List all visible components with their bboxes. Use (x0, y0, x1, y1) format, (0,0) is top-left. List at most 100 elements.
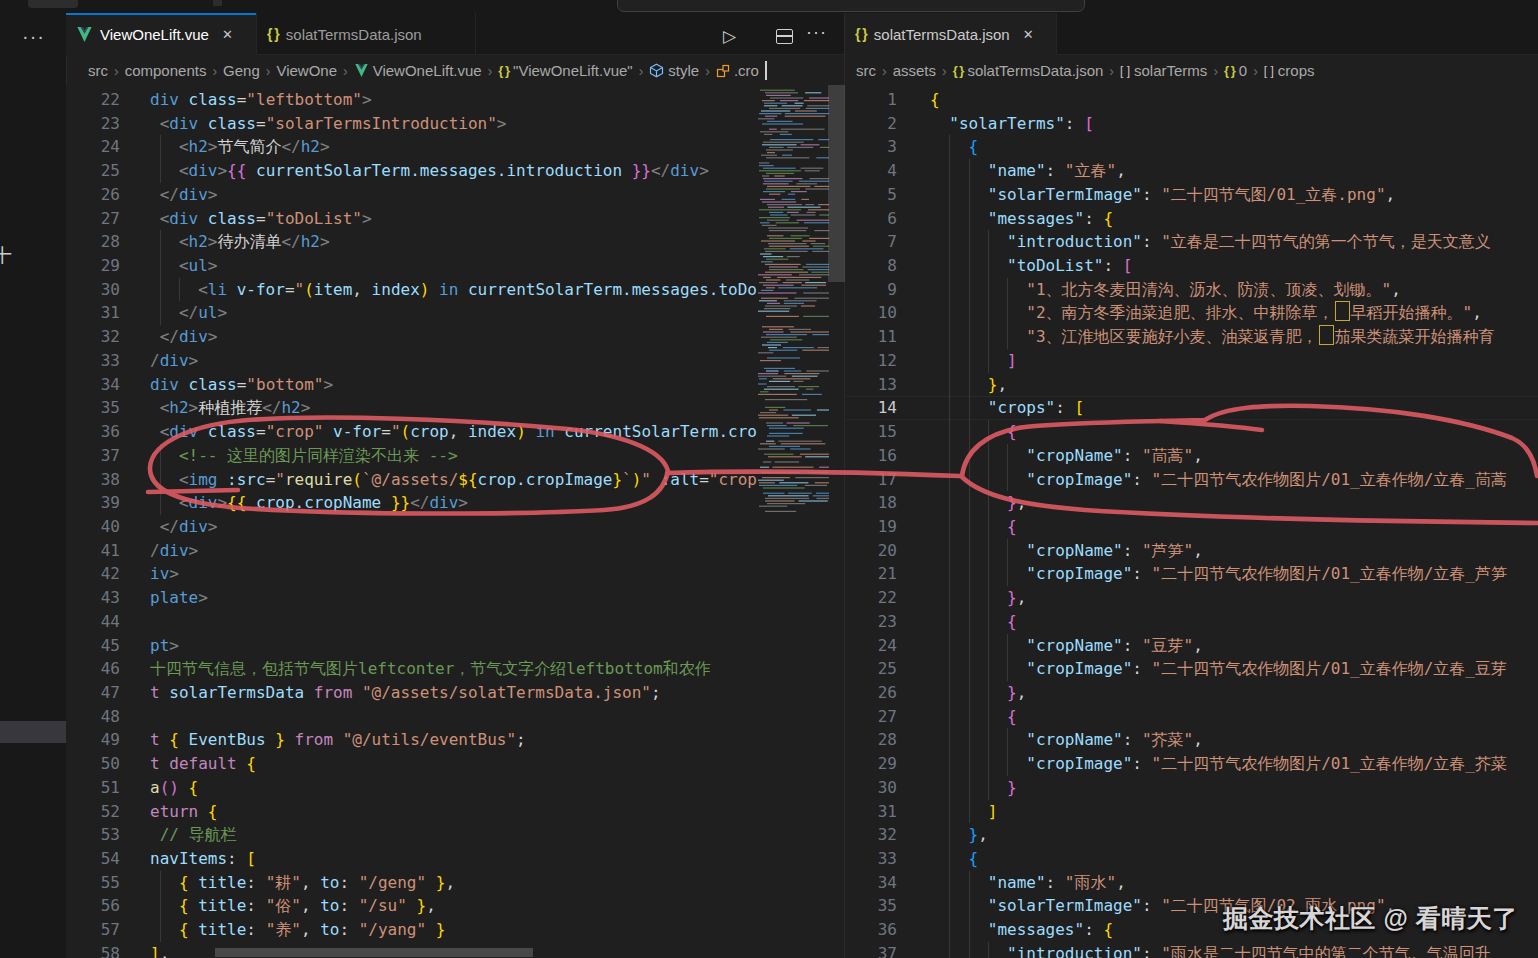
code-line: 9 "1、北方冬麦田清沟、沥水、防渍、顶凌、划锄。", (845, 278, 1538, 302)
line-number: 58 (66, 942, 120, 958)
command-center-searchbox[interactable] (617, 0, 1085, 12)
line-number: 54 (66, 847, 120, 871)
chevron-right-icon: › (343, 63, 348, 79)
close-icon[interactable]: ✕ (222, 27, 233, 42)
line-number: 24 (66, 135, 120, 159)
breadcrumb-item[interactable]: style (649, 62, 699, 79)
code-line: 56 { title: "俗", to: "/su" }, (66, 894, 757, 918)
breadcrumb-label: src (88, 62, 108, 79)
line-number: 5 (845, 183, 897, 207)
line-number: 57 (66, 918, 120, 942)
line-number: 27 (66, 207, 120, 231)
code-line: 36 <div class="crop" v-for="(crop, index… (66, 420, 757, 444)
line-number: 47 (66, 681, 120, 705)
editor-left[interactable]: 22div class="leftbottom">23 <div class="… (66, 85, 757, 958)
class-icon (716, 64, 730, 78)
breadcrumb-item[interactable]: { }solatTermsData.json (953, 62, 1104, 79)
code-line: 23 <div class="solarTermsIntroduction"> (66, 112, 757, 136)
breadcrumb-item[interactable]: Geng (223, 62, 260, 79)
breadcrumb-item[interactable]: src (88, 62, 108, 79)
code-line: 33/div> (66, 349, 757, 373)
line-number: 6 (845, 207, 897, 231)
more-actions-icon[interactable]: ··· (22, 25, 45, 48)
line-number: 20 (845, 539, 897, 563)
breadcrumb-item[interactable]: { }"ViewOneLift.vue" (498, 62, 632, 79)
sidebar-partial-text: 十 (0, 243, 12, 269)
code-line: 35 <h2>种植推荐</h2> (66, 396, 757, 420)
chevron-right-icon: › (1213, 63, 1218, 79)
editor-right[interactable]: 1{2 "solarTerms": [3 {4 "name": "立春",5 "… (845, 85, 1538, 958)
code-line: 43plate> (66, 586, 757, 610)
minimap[interactable] (757, 85, 829, 555)
close-icon[interactable]: ✕ (1023, 27, 1034, 42)
tab-solattermsdata-json-right[interactable]: { } solatTermsData.json ✕ (845, 13, 1057, 55)
split-editor-icon[interactable] (776, 29, 793, 44)
breadcrumb-item[interactable]: [ ]solarTerms (1120, 62, 1207, 79)
code-line: 46十四节气信息，包括节气图片leftconter，节气文字介绍leftbott… (66, 657, 757, 681)
vue-icon (76, 27, 93, 42)
code-line: 29 <ul> (66, 254, 757, 278)
line-number: 18 (845, 491, 897, 515)
tab-solattermsdata-json[interactable]: { } solatTermsData.json (257, 13, 476, 55)
horizontal-scrollbar[interactable] (215, 948, 533, 957)
breadcrumb-item[interactable]: components (125, 62, 207, 79)
breadcrumb-label: solatTermsData.json (967, 62, 1103, 79)
code-line: 54navItems: [ (66, 847, 757, 871)
sidebar-item-highlight[interactable] (0, 721, 66, 743)
code-line: 26 }, (845, 681, 1538, 705)
code-line: 1{ (845, 88, 1538, 112)
line-number: 43 (66, 586, 120, 610)
line-number: 49 (66, 728, 120, 752)
line-number: 53 (66, 823, 120, 847)
tab-viewonelift-vue[interactable]: ViewOneLift.vue ✕ (66, 13, 257, 55)
line-number: 15 (845, 420, 897, 444)
code-line: 25 <div>{{ currentSolarTerm.messages.int… (66, 159, 757, 183)
titlebar-artifact (213, 0, 222, 6)
code-line: 12 ] (845, 349, 1538, 373)
more-actions-icon[interactable]: ··· (806, 22, 827, 43)
line-number: 28 (845, 728, 897, 752)
breadcrumb-item[interactable]: assets (893, 62, 936, 79)
breadcrumb-item[interactable]: .cro (716, 61, 767, 80)
code-line: 28 "cropName": "芥菜", (845, 728, 1538, 752)
run-icon[interactable]: ▷ (723, 26, 736, 47)
code-line: 22 }, (845, 586, 1538, 610)
code-line: 41/div> (66, 539, 757, 563)
breadcrumb-item[interactable]: [ ]crops (1264, 62, 1315, 79)
breadcrumb-item[interactable]: { }0 (1224, 62, 1247, 79)
code-line: 32 }, (845, 823, 1538, 847)
line-number: 25 (66, 159, 120, 183)
code-line: 14 "crops": [ (845, 396, 1538, 420)
breadcrumb-item[interactable]: ViewOne (276, 62, 337, 79)
breadcrumb-item[interactable]: src (856, 62, 876, 79)
cube-icon (649, 63, 664, 78)
code-line: 42iv> (66, 562, 757, 586)
line-number: 16 (845, 444, 897, 468)
chevron-right-icon: › (266, 63, 271, 79)
code-line: 2 "solarTerms": [ (845, 112, 1538, 136)
json-braces-icon: { } (498, 63, 509, 78)
line-number: 22 (845, 586, 897, 610)
line-number: 36 (66, 420, 120, 444)
code-line: 27 <div class="toDoList"> (66, 207, 757, 231)
line-number: 45 (66, 634, 120, 658)
breadcrumb-label: components (125, 62, 207, 79)
line-number: 35 (66, 396, 120, 420)
code-line: 7 "introduction": "立春是二十四节气的第一个节气，是天文意义 (845, 230, 1538, 254)
line-number: 19 (845, 515, 897, 539)
line-number: 17 (845, 468, 897, 492)
line-number: 39 (66, 491, 120, 515)
line-number: 56 (66, 894, 120, 918)
line-number: 10 (845, 301, 897, 325)
line-number: 52 (66, 800, 120, 824)
line-number: 55 (66, 871, 120, 895)
code-line: 50t default { (66, 752, 757, 776)
chevron-right-icon: › (942, 63, 947, 79)
breadcrumb-item[interactable]: ViewOneLift.vue (354, 62, 482, 79)
chevron-right-icon: › (488, 63, 493, 79)
line-number: 14 (845, 396, 897, 420)
minimap-slider[interactable] (828, 85, 845, 282)
code-line: 31 ] (845, 800, 1538, 824)
breadcrumb-label: .cro (734, 62, 759, 79)
line-number: 9 (845, 278, 897, 302)
